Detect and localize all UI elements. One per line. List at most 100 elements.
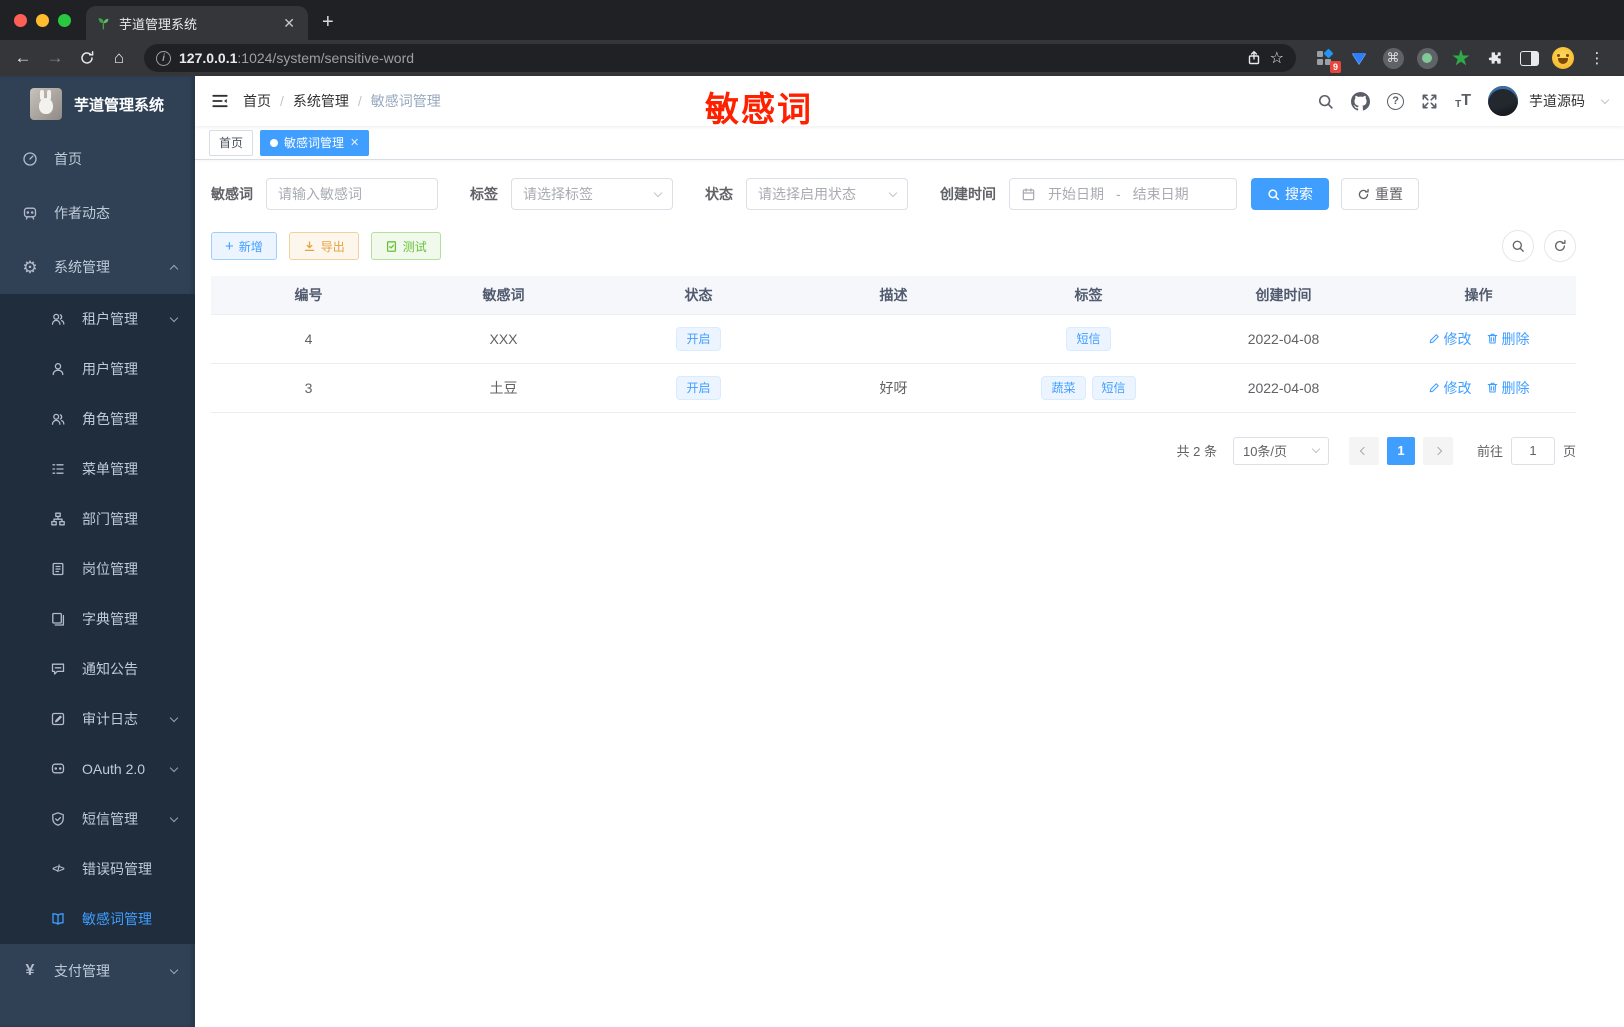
sidebar-item-label: 字典管理	[82, 611, 138, 627]
next-page-button[interactable]	[1422, 436, 1453, 465]
github-icon[interactable]	[1351, 91, 1371, 111]
sidebar-item-dashboard[interactable]: 首页	[0, 132, 195, 186]
sidebar-item-label: 租户管理	[82, 311, 138, 327]
tag-close-icon[interactable]: ✕	[350, 136, 359, 149]
back-button[interactable]: ←	[8, 44, 38, 72]
profile-avatar-emoji[interactable]	[1552, 47, 1574, 69]
sidebar-item-label: 错误码管理	[82, 861, 152, 877]
chevron-down-icon	[888, 188, 898, 197]
sidebar-menu: 首页 作者动态 ⚙ 系统管理租户管理用户管理 角色管理 菜单管理 部门管理岗位管理字典管理通…	[0, 132, 195, 998]
site-info-icon[interactable]: i	[156, 50, 171, 66]
extensions-puzzle-icon[interactable]	[1484, 47, 1506, 69]
export-button[interactable]: 导出	[288, 232, 359, 260]
delete-link[interactable]: 删除	[1486, 378, 1530, 398]
sidebar-item-gear[interactable]: ⚙ 系统管理	[0, 240, 195, 294]
search-icon[interactable]	[1317, 93, 1334, 110]
search-button[interactable]: 搜索	[1251, 178, 1329, 210]
date-range-input[interactable]: 开始日期 - 结束日期	[1009, 178, 1237, 210]
forward-button[interactable]: →	[40, 44, 70, 72]
sidebar-item-error-code[interactable]: </> 错误码管理	[0, 844, 195, 894]
side-panel-icon[interactable]	[1518, 47, 1540, 69]
command-extension-icon[interactable]: ⌘	[1382, 47, 1404, 69]
recorder-extension-icon[interactable]	[1416, 47, 1438, 69]
page-size-select[interactable]: 10条/页	[1232, 436, 1329, 465]
sidebar-item-notice[interactable]: 通知公告	[0, 644, 195, 694]
cell-created: 2022-04-08	[1186, 314, 1381, 364]
tab-manager-extension-icon[interactable]: 9	[1314, 47, 1341, 73]
filter-form: 敏感词 请输入敏感词 标签 请选择标签 状态 请选择启用状态 创建时间 开始日期…	[211, 178, 1576, 210]
prev-page-button[interactable]	[1348, 436, 1379, 465]
bookmark-star-icon[interactable]: ☆	[1270, 48, 1284, 68]
home-button[interactable]: ⌂	[104, 44, 134, 72]
tag-select[interactable]: 请选择标签	[511, 178, 673, 210]
add-button[interactable]: + 新增	[211, 232, 277, 260]
sidebar-item-user[interactable]: 用户管理	[0, 344, 195, 394]
browser-menu-icon[interactable]: ⋮	[1586, 47, 1608, 69]
delete-link[interactable]: 删除	[1486, 329, 1530, 349]
status-select[interactable]: 请选择启用状态	[746, 178, 908, 210]
column-header: 状态	[601, 276, 796, 315]
user-avatar[interactable]	[1488, 86, 1518, 116]
browser-tab[interactable]: 芋道管理系统 ✕	[86, 6, 308, 40]
annotation-overlay-text: 敏感词	[705, 91, 813, 129]
breadcrumb-item[interactable]: 系统管理	[293, 91, 349, 111]
cell-word: 土豆	[406, 363, 601, 413]
chevron-down-icon	[169, 763, 179, 772]
minimize-window-button[interactable]	[36, 14, 49, 27]
sidebar-item-dictionary[interactable]: 字典管理	[0, 594, 195, 644]
sidebar-item-payment[interactable]: ¥ 支付管理	[0, 944, 195, 998]
zoom-window-button[interactable]	[58, 14, 71, 27]
goto-label: 前往	[1476, 444, 1503, 459]
notice-icon	[48, 661, 68, 677]
sidebar-toggle-icon[interactable]	[211, 92, 229, 110]
sidebar-item-audit-log[interactable]: 审计日志	[0, 694, 195, 744]
page-number-button[interactable]: 1	[1386, 436, 1415, 465]
edit-link[interactable]: 修改	[1428, 378, 1472, 398]
goto-page-input[interactable]: 1	[1510, 436, 1555, 465]
sidebar-item-author-dynamics[interactable]: 作者动态	[0, 186, 195, 240]
sidebar-item-department[interactable]: 部门管理	[0, 494, 195, 544]
username[interactable]: 芋道源码	[1529, 91, 1585, 111]
sidebar-item-sensitive-word[interactable]: 敏感词管理	[0, 894, 195, 944]
close-window-button[interactable]	[14, 14, 27, 27]
reload-button[interactable]	[72, 44, 102, 72]
url-bar[interactable]: i 127.0.0.1:1024/system/sensitive-word ☆	[144, 44, 1296, 72]
sensitive-words-table: 编号 敏感词 状态 描述 标签 创建时间 操作 4 XXX 开启 短信 2022-04-08 修改 删除…	[211, 276, 1576, 413]
toggle-search-button[interactable]	[1502, 230, 1534, 262]
font-size-icon[interactable]: TT	[1455, 92, 1471, 110]
column-header: 操作	[1381, 276, 1576, 315]
tab-close-icon[interactable]: ✕	[280, 15, 298, 32]
refresh-button[interactable]	[1544, 230, 1576, 262]
app-logo[interactable]: 芋道管理系统	[0, 76, 195, 132]
sidebar-item-oauth[interactable]: OAuth 2.0	[0, 744, 195, 794]
sidebar-item-menu-tree[interactable]: 菜单管理	[0, 444, 195, 494]
audit-log-icon	[48, 711, 68, 727]
browser-toolbar: ← → ⌂ i 127.0.0.1:1024/system/sensitive-…	[0, 40, 1624, 76]
tags-view-tab[interactable]: 首页	[209, 129, 254, 156]
navbar-tools: ? TT 芋道源码	[1317, 86, 1610, 116]
sidebar-item-sms[interactable]: 短信管理	[0, 794, 195, 844]
fullscreen-icon[interactable]	[1421, 93, 1438, 110]
edit-link[interactable]: 修改	[1428, 329, 1472, 349]
new-tab-button[interactable]: +	[322, 11, 334, 34]
test-button[interactable]: 测试	[370, 232, 441, 260]
sidebar-item-label: 岗位管理	[82, 561, 138, 577]
sidebar-item-role[interactable]: 角色管理	[0, 394, 195, 444]
sidebar-item-post[interactable]: 岗位管理	[0, 544, 195, 594]
pinia-extension-icon[interactable]: ★	[1450, 47, 1472, 69]
reset-button[interactable]: 重置	[1341, 178, 1419, 210]
tags-view-tab[interactable]: 敏感词管理 ✕	[260, 129, 370, 156]
help-icon[interactable]: ?	[1387, 92, 1405, 110]
keyword-input[interactable]: 请输入敏感词	[266, 178, 438, 210]
cell-tags: 蔬菜 短信	[991, 363, 1186, 413]
vue-devtools-extension-icon[interactable]	[1348, 47, 1370, 69]
share-icon[interactable]	[1246, 50, 1262, 66]
status-tag: 开启	[676, 326, 721, 351]
cell-word: XXX	[406, 314, 601, 364]
sidebar-item-tenant[interactable]: 租户管理	[0, 294, 195, 344]
user-menu-caret-icon[interactable]	[1600, 95, 1610, 104]
date-end-placeholder: 结束日期	[1132, 186, 1189, 202]
active-dot	[270, 138, 279, 147]
sidebar-item-label: OAuth 2.0	[82, 761, 146, 777]
breadcrumb-item[interactable]: 首页	[243, 91, 271, 111]
